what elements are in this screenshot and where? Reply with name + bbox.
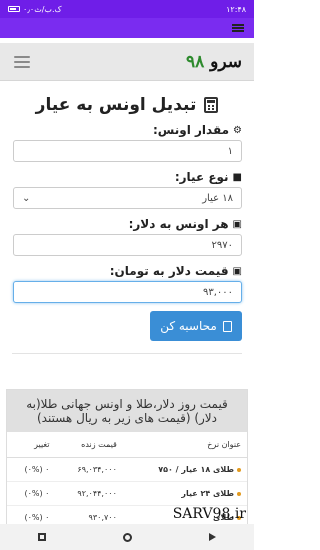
status-dot-icon [237, 467, 241, 472]
back-icon[interactable] [208, 533, 216, 541]
logo-number: ۹۸ [185, 51, 205, 72]
rate-price: ۹۲,۰۴۴,۰۰۰ [55, 481, 123, 506]
page-title: تبدیل اونس به عیار [12, 95, 242, 115]
coins-icon: ⚙ [233, 124, 242, 136]
ounce-label-text: مقدار اونس: [152, 123, 230, 137]
ounce-label: ⚙ مقدار اونس: [12, 123, 242, 137]
site-navbar: سرو ۹۸ [0, 43, 254, 81]
rate-name: طلای ۱۸ عیار / ۷۵۰ [158, 465, 234, 474]
page-title-text: تبدیل اونس به عیار [35, 95, 197, 115]
calculator-icon [204, 97, 219, 113]
android-nav-bar [0, 524, 254, 550]
column-header: قیمت زنده [55, 432, 123, 458]
table-row: طلای ۲۴ عیار ۹۲,۰۴۴,۰۰۰ ۰ (۰%) [7, 481, 247, 506]
home-icon[interactable] [122, 532, 132, 542]
usd-rate-input[interactable]: ۹۳,۰۰۰ [13, 281, 242, 303]
calculate-button-label: محاسبه کن [160, 319, 217, 333]
rate-price: ۶۹,۰۳۴,۰۰۰ [55, 457, 123, 482]
column-header: تغییر [7, 432, 56, 458]
top-menu-icon[interactable] [232, 24, 244, 32]
ounce-price-input[interactable]: ۲۹۷۰ [13, 234, 242, 256]
watermark: SARV98.ir [172, 506, 246, 522]
calculator-icon [222, 320, 232, 332]
column-header: عنوان نرخ [122, 432, 247, 458]
calculate-button[interactable]: محاسبه کن [150, 311, 242, 341]
rate-change: ۰ (۰%) [7, 457, 56, 482]
chevron-down-icon: ⌄ [22, 192, 31, 204]
table-header-row: عنوان نرخ قیمت زنده تغییر [7, 432, 247, 458]
status-time: ۱۲:۴۸ [226, 4, 246, 14]
price-label: ▣ هر اونس به دلار: [12, 217, 242, 231]
hamburger-menu-icon[interactable] [14, 55, 30, 68]
logo-text: سرو [210, 51, 242, 72]
status-bar: ۰٫۰ک.ب/ث ۱۲:۴۸ [0, 0, 254, 18]
prices-heading: قیمت روز دلار،طلا و اونس جهانی طلا(به دل… [7, 390, 247, 432]
rate-name: طلای ۲۴ عیار [181, 489, 234, 498]
karat-label-text: نوع عیار: [174, 170, 229, 184]
karat-select-value: ۱۸ عیار [202, 192, 233, 204]
square-icon: ■ [232, 171, 242, 183]
usd-label: ▣ قیمت دلار به تومان: [12, 264, 242, 278]
karat-select[interactable]: ۱۸ عیار ⌄ [13, 187, 242, 209]
site-logo[interactable]: سرو ۹۸ [186, 52, 242, 72]
status-icons: ۰٫۰ک.ب/ث [8, 5, 62, 14]
table-row: طلای ۱۸ عیار / ۷۵۰ ۶۹,۰۳۴,۰۰۰ ۰ (۰%) [7, 457, 247, 482]
app-top-bar [0, 18, 254, 38]
rate-change: ۰ (۰%) [7, 481, 56, 506]
karat-label: ■ نوع عیار: [12, 170, 242, 184]
money-icon: ▣ [232, 265, 242, 277]
network-speed: ۰٫۰ک.ب/ث [23, 4, 62, 14]
ounce-input[interactable]: ۱ [13, 140, 242, 162]
battery-icon [8, 6, 20, 12]
status-dot-icon [237, 491, 241, 496]
money-icon: ▣ [232, 218, 242, 230]
price-label-text: هر اونس به دلار: [128, 217, 229, 231]
recent-apps-icon[interactable] [38, 533, 47, 541]
usd-label-text: قیمت دلار به تومان: [109, 264, 229, 278]
converter-form: تبدیل اونس به عیار ⚙ مقدار اونس: ۱ ■ نوع… [0, 95, 254, 354]
divider [12, 353, 242, 354]
